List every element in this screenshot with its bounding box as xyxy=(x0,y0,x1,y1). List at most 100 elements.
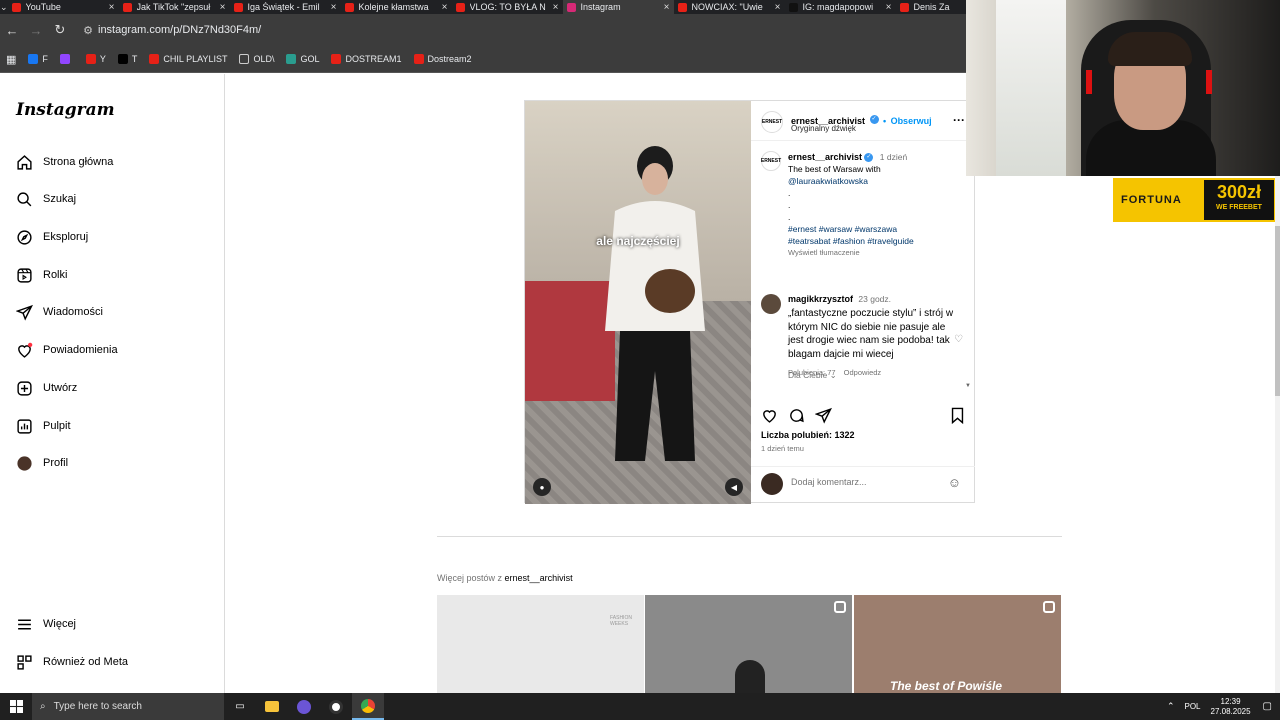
browser-tab[interactable]: Jak TikTok "zepsuł × xyxy=(119,0,230,14)
site-info-icon[interactable]: ⚙ xyxy=(78,24,98,37)
post-date: 1 dzień temu xyxy=(761,444,804,453)
sidebar-item-menu[interactable]: Więcej xyxy=(14,614,76,634)
youtube-icon xyxy=(149,54,160,64)
tab-close-icon[interactable]: × xyxy=(882,2,896,13)
caption-username[interactable]: ernest__archivist xyxy=(788,152,862,162)
notification-icon[interactable]: ▢ xyxy=(1263,701,1272,712)
obs-icon[interactable] xyxy=(320,693,352,720)
emoji-icon[interactable]: ☺ xyxy=(948,475,961,490)
browser-tab[interactable]: YouTube × xyxy=(8,0,119,14)
tab-close-icon[interactable]: × xyxy=(327,2,341,13)
caption-hashtags[interactable]: #ernest #warsaw #warszawa xyxy=(788,223,968,235)
caption-dot: . xyxy=(788,212,791,222)
audio-link[interactable]: Oryginalny dźwięk xyxy=(791,124,856,133)
language-indicator[interactable]: POL xyxy=(1184,702,1200,711)
browser-tab[interactable]: Kolejne kłamstwa × xyxy=(341,0,452,14)
sidebar-item-compass[interactable]: Eksploruj xyxy=(14,227,88,247)
browser-tab[interactable]: NOWCIAX: "Uwie × xyxy=(674,0,785,14)
commenter-avatar[interactable] xyxy=(761,294,781,314)
more-post-thumbnail[interactable]: FASHION WEEKS xyxy=(437,595,644,693)
caption-avatar[interactable]: ERNEST xyxy=(761,151,781,171)
commenter-username[interactable]: magikkrzysztof xyxy=(788,294,853,304)
sidebar-item-send[interactable]: Wiadomości xyxy=(14,302,103,322)
bookmark-item[interactable]: Dostream2 xyxy=(413,54,472,64)
comment-likes[interactable]: Polubienia: 77 xyxy=(788,368,836,377)
tagged-user-icon[interactable]: ● xyxy=(533,478,551,496)
more-post-thumbnail[interactable] xyxy=(645,595,852,693)
like-heart-icon[interactable] xyxy=(761,407,778,424)
tab-close-icon[interactable]: × xyxy=(105,2,119,13)
bookmark-item[interactable]: GOL xyxy=(286,54,319,64)
bookmark-label: GOL xyxy=(300,54,320,64)
heart-icon xyxy=(14,340,34,360)
tab-close-icon[interactable]: × xyxy=(660,2,674,13)
bookmark-item[interactable]: T xyxy=(117,54,137,64)
forward-arrow-icon[interactable]: → xyxy=(24,23,48,38)
bookmark-item[interactable]: F xyxy=(28,54,48,64)
browser-tab[interactable]: Instagram × xyxy=(562,0,674,14)
sidebar-item-search[interactable]: Szukaj xyxy=(14,189,76,209)
page-scrollbar[interactable] xyxy=(1275,176,1280,693)
mute-icon[interactable]: ◀ xyxy=(725,478,743,496)
meta-icon xyxy=(14,652,34,672)
scroll-down-arrow-icon[interactable]: ▼ xyxy=(965,383,971,389)
bookmark-item[interactable]: Y xyxy=(85,54,106,64)
taskbar-search[interactable]: ⌕ Type here to search xyxy=(32,693,224,720)
more-options-icon[interactable]: ··· xyxy=(953,113,965,127)
bookmark-item[interactable]: OLD\ xyxy=(239,54,274,64)
reload-icon[interactable]: ↻ xyxy=(48,22,72,38)
sidebar-item-label: Szukaj xyxy=(43,193,77,205)
caption-mention[interactable]: @lauraakwiatkowska xyxy=(788,175,968,187)
sidebar-item-meta[interactable]: Również od Meta xyxy=(14,652,128,672)
reply-button[interactable]: Odpowiedz xyxy=(844,368,882,377)
add-comment-input[interactable] xyxy=(791,477,931,487)
comment-bubble-icon[interactable] xyxy=(788,407,805,424)
back-arrow-icon[interactable]: ← xyxy=(0,23,24,38)
clock-time[interactable]: 12:39 xyxy=(1211,697,1251,707)
likes-count[interactable]: Liczba polubień: 1322 xyxy=(761,430,855,440)
sidebar-item-avatar[interactable]: Profil xyxy=(14,453,68,473)
app-icon[interactable] xyxy=(288,693,320,720)
tray-chevron-icon[interactable]: ⌃ xyxy=(1167,701,1175,712)
sidebar-item-plus[interactable]: Utwórz xyxy=(14,378,77,398)
tab-close-icon[interactable]: × xyxy=(216,2,230,13)
file-explorer-icon[interactable] xyxy=(256,693,288,720)
follow-button[interactable]: Obserwuj xyxy=(891,116,932,126)
bookmark-item[interactable] xyxy=(59,54,74,64)
task-view-icon[interactable]: ▭ xyxy=(224,693,256,720)
instagram-logo[interactable]: Instagram xyxy=(16,100,115,120)
tab-close-icon[interactable]: × xyxy=(771,2,785,13)
save-bookmark-icon[interactable] xyxy=(950,407,965,424)
browser-tab[interactable]: IG: magdapopowi × xyxy=(785,0,896,14)
bookmark-item[interactable]: DOSTREAM1 xyxy=(331,54,402,64)
translate-link[interactable]: Wyświetl tłumaczenie xyxy=(788,247,968,259)
reel-video[interactable]: ale najczęściej ● ◀ xyxy=(525,101,751,504)
clock-date[interactable]: 27.08.2025 xyxy=(1211,707,1251,717)
windows-start-icon[interactable] xyxy=(0,693,32,720)
tab-favicon-icon xyxy=(233,2,243,12)
reel-badge-icon xyxy=(1043,601,1055,613)
share-send-icon[interactable] xyxy=(815,407,832,424)
sidebar-item-reels[interactable]: Rolki xyxy=(14,265,67,285)
comment-like-heart-icon[interactable]: ♡ xyxy=(954,334,963,345)
tab-close-icon[interactable]: × xyxy=(549,2,563,13)
browser-tab[interactable]: VLOG: TO BYŁA N × xyxy=(452,0,563,14)
fortuna-amount-box: 300zł WE FREEBET xyxy=(1204,180,1274,220)
sidebar-item-label: Więcej xyxy=(43,618,77,630)
tab-search-chevron-icon[interactable]: ⌄ xyxy=(0,0,8,14)
apps-grid-icon[interactable]: ▦ xyxy=(6,53,16,66)
my-avatar xyxy=(761,473,783,495)
sidebar-item-dashboard[interactable]: Pulpit xyxy=(14,416,71,436)
more-posts-username[interactable]: ernest__archivist xyxy=(505,573,573,583)
caption-hashtags[interactable]: #teatrsabat #fashion #travelguide xyxy=(788,235,968,247)
browser-tab[interactable]: Iga Świątek - Emil × xyxy=(230,0,341,14)
more-post-thumbnail[interactable]: The best of Powiśle xyxy=(854,595,1061,693)
bookmark-item[interactable]: CHIL PLAYLIST xyxy=(149,54,227,64)
sidebar-item-heart[interactable]: Powiadomienia xyxy=(14,340,118,360)
author-avatar[interactable]: ERNEST xyxy=(761,111,783,133)
tab-close-icon[interactable]: × xyxy=(438,2,452,13)
sidebar-item-home[interactable]: Strona główna xyxy=(14,152,113,172)
chrome-icon[interactable] xyxy=(352,693,384,720)
url-input[interactable]: ⚙ instagram.com/p/DNz7Nd30F4m/ xyxy=(78,19,898,41)
scrollbar-thumb[interactable] xyxy=(1275,226,1280,396)
